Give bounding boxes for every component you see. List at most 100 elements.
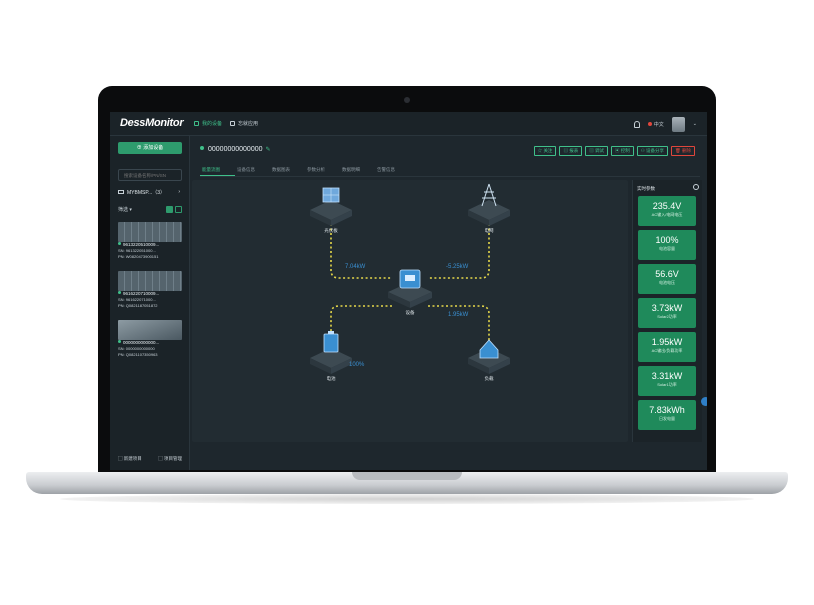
nav-my-devices[interactable]: 我的设备 <box>194 120 222 127</box>
delete-button[interactable]: 🗑 删除 <box>671 146 695 156</box>
energy-flow-diagram: 光伏板 电网 设备 电池 负载 7.04kW -5.25kW 1.95kW 10… <box>192 180 628 442</box>
metric-label: 电池容量 <box>659 246 675 251</box>
add-device-button[interactable]: ⊕ 添加设备 <box>118 142 182 154</box>
tab-alarms[interactable]: 告警信息 <box>375 165 410 176</box>
sidebar-footer: ▢ 新建项目 ▢ 项目管理 <box>118 456 182 462</box>
realtime-panel: 实时参数 235.4V AC输入/电网电压 100% 电池容量 56.6V 电池… <box>632 180 702 442</box>
battery-label: 电池 <box>326 376 336 381</box>
bell-icon[interactable] <box>633 120 640 128</box>
tab-parameter-analysis[interactable]: 参数分析 <box>305 165 340 176</box>
language-selector[interactable]: 中文 <box>647 121 664 128</box>
metric-card: 56.6V 电池电压 <box>638 264 696 294</box>
grid-icon <box>230 121 235 126</box>
tab-data-details[interactable]: 数据明细 <box>340 165 375 176</box>
device-search-input[interactable] <box>118 169 182 181</box>
chevron-down-icon[interactable]: ▾ <box>129 207 132 213</box>
device-thumbnail <box>118 222 182 242</box>
device-sidebar: ⊕ 添加设备 MYBMSP...（3） › 筛选 ▾ 9613220510009… <box>110 136 190 470</box>
pv-label: 光伏板 <box>324 228 338 233</box>
nav-apps[interactable]: 忘就应用 <box>230 120 258 127</box>
metric-label: Solar2功率 <box>657 314 677 319</box>
load-label: 负载 <box>484 376 494 381</box>
app-screen: DessMonitor 我的设备 忘就应用 中文 ⌄ ⊕ 添加设备 MYBMSP… <box>110 112 707 470</box>
grid-label: 电网 <box>484 228 494 233</box>
filter-row: 筛选 ▾ <box>118 206 182 216</box>
metric-value: 1.95kW <box>651 337 683 347</box>
chevron-down-icon[interactable]: ⌄ <box>693 121 697 127</box>
pv-node[interactable] <box>310 187 352 226</box>
pv-power-value: 7.04kW <box>345 264 366 270</box>
share-device-button[interactable]: ⚇ 设备分享 <box>636 146 669 156</box>
new-project-button[interactable]: ▢ 新建项目 <box>118 456 142 462</box>
metric-value: 3.31kW <box>651 371 683 381</box>
device-icon <box>194 121 199 126</box>
chevron-right-icon[interactable]: › <box>178 189 180 195</box>
metric-card: 235.4V AC输入/电网电压 <box>638 196 696 226</box>
metric-card: 3.73kW Solar2功率 <box>638 298 696 328</box>
add-device-label: 添加设备 <box>143 145 164 151</box>
device-thumbnail <box>118 320 182 340</box>
grid-node[interactable] <box>468 183 510 226</box>
metric-label: AC输入/电网电压 <box>651 212 683 217</box>
device-group[interactable]: MYBMSP...（3） › <box>118 189 182 196</box>
top-bar-right: 中文 ⌄ <box>633 116 697 132</box>
device-actions: ☆ 关注 ▤ 报表 ▥ 调试 ▣ 控制 ⚇ 设备分享 🗑 删除 <box>533 146 695 156</box>
device-card[interactable]: 9616220710009... SN: 961622071000... PN:… <box>118 271 182 315</box>
metric-value: 235.4V <box>652 201 682 211</box>
device-pn: PN: W0820473900151 <box>118 254 159 259</box>
device-title: 00000000000000 ✎ <box>200 146 271 153</box>
edit-icon[interactable]: ✎ <box>266 147 271 153</box>
battery-soc-value: 100% <box>349 362 365 368</box>
webcam <box>404 97 410 103</box>
gear-icon[interactable] <box>693 184 699 190</box>
nav-my-devices-label: 我的设备 <box>202 121 223 127</box>
list-view-icon[interactable] <box>175 206 182 213</box>
flag-icon <box>647 121 652 126</box>
language-label: 中文 <box>653 121 664 128</box>
folder-icon <box>118 190 124 194</box>
avatar[interactable] <box>671 116 685 132</box>
top-bar: DessMonitor 我的设备 忘就应用 中文 ⌄ <box>110 112 707 136</box>
metric-value: 100% <box>655 235 679 245</box>
device-thumbnail <box>118 271 182 291</box>
project-manage-button[interactable]: ▢ 项目管理 <box>158 456 182 462</box>
follow-button[interactable]: ☆ 关注 <box>533 146 557 156</box>
grid-view-icon[interactable] <box>166 206 173 213</box>
group-label: MYBMSP...（3） <box>127 190 165 196</box>
tab-data-charts[interactable]: 数据图表 <box>270 165 305 176</box>
inverter-node[interactable] <box>388 269 432 308</box>
tab-device-info[interactable]: 设备信息 <box>235 165 270 176</box>
metric-label: 电池电压 <box>659 280 675 285</box>
load-power-value: 1.95kW <box>448 312 469 318</box>
laptop-notch <box>352 472 462 480</box>
metric-card: 3.31kW Solar1功率 <box>638 366 696 396</box>
metric-card: 7.83kWh 日发电量 <box>638 400 696 430</box>
metric-label: AC输出/负载功率 <box>651 348 683 353</box>
metric-value: 7.83kWh <box>649 405 685 415</box>
tab-energy-flow[interactable]: 能量流图 <box>200 165 235 176</box>
status-dot <box>200 146 204 150</box>
device-label: 设备 <box>405 310 415 315</box>
device-pn: PN: Q0821107350963 <box>118 352 158 357</box>
app-logo[interactable]: DessMonitor <box>120 117 184 129</box>
control-button[interactable]: ▣ 控制 <box>610 146 634 156</box>
device-title-text: 00000000000000 <box>208 146 263 153</box>
battery-node[interactable] <box>310 331 352 374</box>
metric-value: 56.6V <box>655 269 679 279</box>
battery-flow-line <box>330 305 392 348</box>
load-node[interactable] <box>468 339 510 374</box>
floating-help-button[interactable] <box>701 397 707 406</box>
status-dot <box>118 291 121 294</box>
status-dot <box>118 340 121 343</box>
realtime-title: 实时参数 <box>637 186 655 191</box>
device-card[interactable]: 0000000000000... SN: 0000000000000 PN: Q… <box>118 320 182 364</box>
device-tabs: 能量流图 设备信息 数据图表 参数分析 数据明细 告警信息 <box>200 165 700 177</box>
metric-label: 日发电量 <box>659 416 675 421</box>
device-pn: PN: Q0821187051872 <box>118 303 158 308</box>
metric-value: 3.73kW <box>651 303 683 313</box>
metric-card: 1.95kW AC输出/负载功率 <box>638 332 696 362</box>
metric-label: Solar1功率 <box>657 382 677 387</box>
report-button[interactable]: ▤ 报表 <box>559 146 583 156</box>
device-card[interactable]: 9613220510009... SN: 961322051000... PN:… <box>118 222 182 266</box>
debug-button[interactable]: ▥ 调试 <box>585 146 608 156</box>
